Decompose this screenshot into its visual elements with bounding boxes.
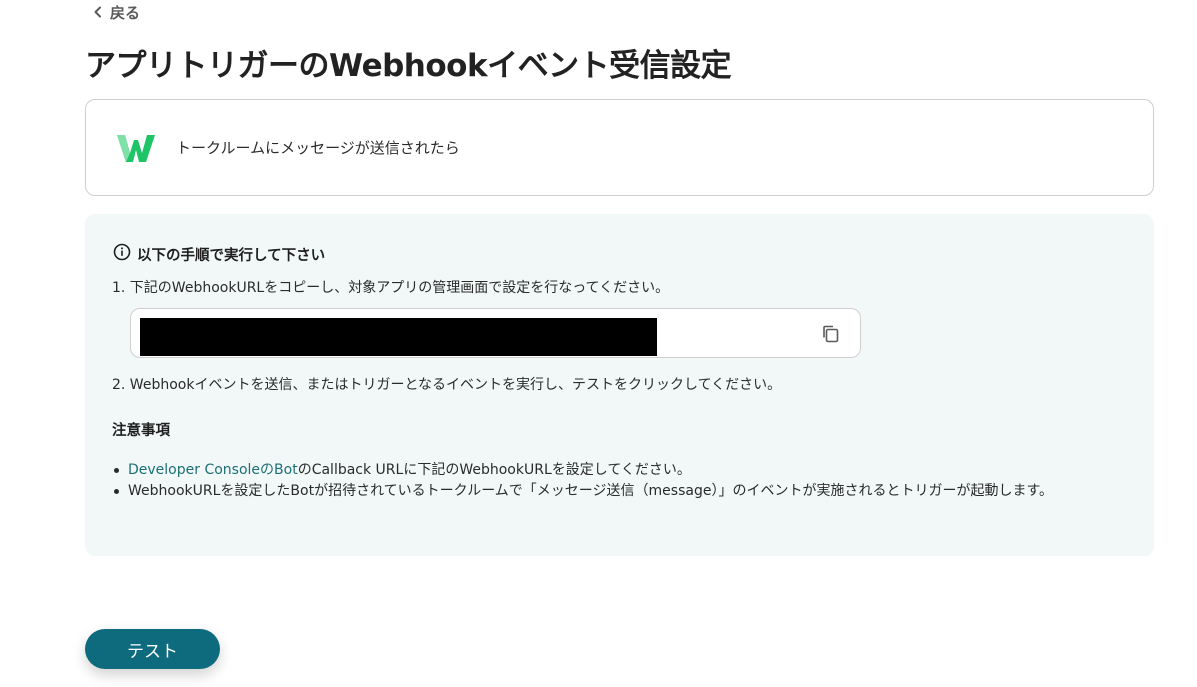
list-item: Developer ConsoleのBotのCallback URLに下記のWe… (112, 460, 1132, 481)
instruction-panel: 以下の手順で実行して下さい 1. 下記のWebhookURLをコピーし、対象アプ… (85, 214, 1154, 556)
notes-title: 注意事項 (112, 423, 170, 439)
step-2-text: 2. Webhookイベントを送信、またはトリガーとなるイベントを実行し、テスト… (112, 377, 782, 393)
webhook-url-field[interactable] (130, 308, 861, 358)
step-1-text: 1. 下記のWebhookURLをコピーし、対象アプリの管理画面で設定を行なって… (112, 280, 670, 296)
notes-list: Developer ConsoleのBotのCallback URLに下記のWe… (112, 460, 1132, 502)
back-label: 戻る (110, 4, 141, 22)
trigger-card: トークルームにメッセージが送信されたら (85, 99, 1154, 196)
list-item: WebhookURLを設定したBotが招待されているトークルームで「メッセージ送… (112, 481, 1132, 502)
webhook-settings-page: 戻る アプリトリガーのWebhookイベント受信設定 トークルームにメッセージが… (0, 0, 1197, 687)
note-1-text: のCallback URLに下記のWebhookURLを設定してください。 (297, 462, 691, 478)
instruction-header: 以下の手順で実行して下さい (113, 243, 325, 265)
developer-console-link[interactable]: Developer ConsoleのBot (128, 462, 298, 478)
copy-icon[interactable] (820, 323, 842, 345)
page-title: アプリトリガーのWebhookイベント受信設定 (85, 48, 732, 84)
test-button[interactable]: テスト (85, 629, 220, 669)
lineworks-logo-icon (116, 132, 156, 164)
instruction-header-text: 以下の手順で実行して下さい (137, 247, 326, 264)
webhook-url-value (140, 318, 657, 356)
trigger-label: トークルームにメッセージが送信されたら (176, 139, 460, 157)
chevron-left-icon (92, 4, 104, 22)
info-icon (113, 243, 131, 265)
note-2-text: WebhookURLを設定したBotが招待されているトークルームで「メッセージ送… (128, 483, 1054, 499)
back-link[interactable]: 戻る (92, 2, 140, 23)
